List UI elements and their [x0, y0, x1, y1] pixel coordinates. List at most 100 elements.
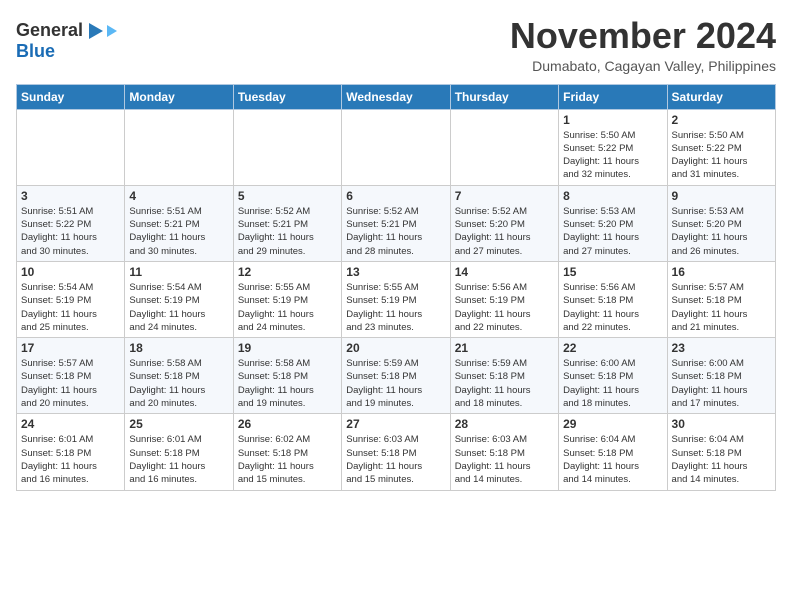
- calendar-cell: [450, 109, 558, 185]
- day-info: Sunrise: 6:03 AM Sunset: 5:18 PM Dayligh…: [346, 433, 445, 486]
- day-number: 4: [129, 189, 228, 203]
- calendar-cell: 8 Sunrise: 5:53 AM Sunset: 5:20 PM Daylig…: [559, 185, 667, 261]
- calendar-cell: 6Sunrise: 5:52 AM Sunset: 5:21 PM Daylig…: [342, 185, 450, 261]
- day-number: 25: [129, 417, 228, 431]
- day-number: 28: [455, 417, 554, 431]
- calendar-cell: [125, 109, 233, 185]
- calendar-cell: 10 Sunrise: 5:54 AM Sunset: 5:19 PM Dayli…: [17, 261, 125, 337]
- week-row-2: 3 Sunrise: 5:51 AM Sunset: 5:22 PM Daylig…: [17, 185, 776, 261]
- calendar-cell: 19 Sunrise: 5:58 AM Sunset: 5:18 PM Dayli…: [233, 338, 341, 414]
- calendar-cell: 17 Sunrise: 5:57 AM Sunset: 5:18 PM Dayli…: [17, 338, 125, 414]
- day-number: 5: [238, 189, 337, 203]
- calendar-cell: 20Sunrise: 5:59 AM Sunset: 5:18 PM Dayli…: [342, 338, 450, 414]
- calendar-cell: 14 Sunrise: 5:56 AM Sunset: 5:19 PM Dayli…: [450, 261, 558, 337]
- day-info: Sunrise: 6:02 AM Sunset: 5:18 PM Dayligh…: [238, 433, 337, 486]
- weekday-header-wednesday: Wednesday: [342, 84, 450, 109]
- day-info: Sunrise: 5:50 AM Sunset: 5:22 PM Dayligh…: [563, 129, 662, 182]
- day-info: Sunrise: 5:52 AM Sunset: 5:21 PM Dayligh…: [238, 205, 337, 258]
- calendar-cell: 12 Sunrise: 5:55 AM Sunset: 5:19 PM Dayli…: [233, 261, 341, 337]
- day-number: 13: [346, 265, 445, 279]
- calendar-cell: 3 Sunrise: 5:51 AM Sunset: 5:22 PM Daylig…: [17, 185, 125, 261]
- calendar-cell: 4Sunrise: 5:51 AM Sunset: 5:21 PM Daylig…: [125, 185, 233, 261]
- calendar-cell: 11Sunrise: 5:54 AM Sunset: 5:19 PM Dayli…: [125, 261, 233, 337]
- day-number: 27: [346, 417, 445, 431]
- weekday-header-monday: Monday: [125, 84, 233, 109]
- day-number: 9: [672, 189, 771, 203]
- day-info: Sunrise: 5:51 AM Sunset: 5:22 PM Dayligh…: [21, 205, 120, 258]
- logo: General Blue: [16, 20, 117, 62]
- title-area: November 2024 Dumabato, Cagayan Valley, …: [510, 16, 776, 74]
- day-info: Sunrise: 5:56 AM Sunset: 5:18 PM Dayligh…: [563, 281, 662, 334]
- calendar-cell: 7Sunrise: 5:52 AM Sunset: 5:20 PM Daylig…: [450, 185, 558, 261]
- weekday-header-row: SundayMondayTuesdayWednesdayThursdayFrid…: [17, 84, 776, 109]
- calendar-cell: 25 Sunrise: 6:01 AM Sunset: 5:18 PM Dayli…: [125, 414, 233, 490]
- weekday-header-friday: Friday: [559, 84, 667, 109]
- day-number: 17: [21, 341, 120, 355]
- day-info: Sunrise: 6:03 AM Sunset: 5:18 PM Dayligh…: [455, 433, 554, 486]
- day-info: Sunrise: 5:54 AM Sunset: 5:19 PM Dayligh…: [129, 281, 228, 334]
- general-text: General: [16, 20, 83, 41]
- calendar-cell: 29 Sunrise: 6:04 AM Sunset: 5:18 PM Dayli…: [559, 414, 667, 490]
- calendar-table: SundayMondayTuesdayWednesdayThursdayFrid…: [16, 84, 776, 491]
- calendar-cell: 15 Sunrise: 5:56 AM Sunset: 5:18 PM Dayli…: [559, 261, 667, 337]
- day-info: Sunrise: 5:55 AM Sunset: 5:19 PM Dayligh…: [346, 281, 445, 334]
- day-number: 19: [238, 341, 337, 355]
- calendar-cell: 28 Sunrise: 6:03 AM Sunset: 5:18 PM Dayli…: [450, 414, 558, 490]
- logo-arrow2-icon: [107, 25, 117, 37]
- calendar-cell: 30Sunrise: 6:04 AM Sunset: 5:18 PM Dayli…: [667, 414, 775, 490]
- logo-blue-text: Blue: [16, 41, 55, 62]
- calendar-cell: [342, 109, 450, 185]
- day-info: Sunrise: 5:53 AM Sunset: 5:20 PM Dayligh…: [563, 205, 662, 258]
- location: Dumabato, Cagayan Valley, Philippines: [510, 58, 776, 74]
- calendar-cell: 27 Sunrise: 6:03 AM Sunset: 5:18 PM Dayli…: [342, 414, 450, 490]
- day-number: 29: [563, 417, 662, 431]
- day-number: 15: [563, 265, 662, 279]
- day-number: 23: [672, 341, 771, 355]
- calendar-cell: 26 Sunrise: 6:02 AM Sunset: 5:18 PM Dayli…: [233, 414, 341, 490]
- day-number: 10: [21, 265, 120, 279]
- day-number: 30: [672, 417, 771, 431]
- day-info: Sunrise: 5:59 AM Sunset: 5:18 PM Dayligh…: [346, 357, 445, 410]
- logo-box: General Blue: [16, 20, 117, 62]
- calendar-cell: 5 Sunrise: 5:52 AM Sunset: 5:21 PM Daylig…: [233, 185, 341, 261]
- calendar-cell: 9Sunrise: 5:53 AM Sunset: 5:20 PM Daylig…: [667, 185, 775, 261]
- day-number: 22: [563, 341, 662, 355]
- calendar-cell: 18Sunrise: 5:58 AM Sunset: 5:18 PM Dayli…: [125, 338, 233, 414]
- day-info: Sunrise: 5:59 AM Sunset: 5:18 PM Dayligh…: [455, 357, 554, 410]
- calendar-cell: 22 Sunrise: 6:00 AM Sunset: 5:18 PM Dayli…: [559, 338, 667, 414]
- day-number: 26: [238, 417, 337, 431]
- day-info: Sunrise: 6:00 AM Sunset: 5:18 PM Dayligh…: [672, 357, 771, 410]
- day-number: 14: [455, 265, 554, 279]
- day-info: Sunrise: 5:58 AM Sunset: 5:18 PM Dayligh…: [129, 357, 228, 410]
- week-row-5: 24 Sunrise: 6:01 AM Sunset: 5:18 PM Dayli…: [17, 414, 776, 490]
- day-info: Sunrise: 6:04 AM Sunset: 5:18 PM Dayligh…: [563, 433, 662, 486]
- calendar-cell: 13 Sunrise: 5:55 AM Sunset: 5:19 PM Dayli…: [342, 261, 450, 337]
- page-header: General Blue November 2024 Dumabato, Cag…: [16, 16, 776, 74]
- logo-arrow-icon: [89, 23, 103, 39]
- day-info: Sunrise: 5:58 AM Sunset: 5:18 PM Dayligh…: [238, 357, 337, 410]
- calendar-cell: 2Sunrise: 5:50 AM Sunset: 5:22 PM Daylig…: [667, 109, 775, 185]
- weekday-header-saturday: Saturday: [667, 84, 775, 109]
- day-info: Sunrise: 6:00 AM Sunset: 5:18 PM Dayligh…: [563, 357, 662, 410]
- day-info: Sunrise: 5:56 AM Sunset: 5:19 PM Dayligh…: [455, 281, 554, 334]
- day-number: 12: [238, 265, 337, 279]
- weekday-header-thursday: Thursday: [450, 84, 558, 109]
- calendar-cell: 23 Sunrise: 6:00 AM Sunset: 5:18 PM Dayli…: [667, 338, 775, 414]
- day-number: 3: [21, 189, 120, 203]
- day-number: 24: [21, 417, 120, 431]
- day-number: 8: [563, 189, 662, 203]
- day-number: 16: [672, 265, 771, 279]
- day-number: 21: [455, 341, 554, 355]
- calendar-cell: 1Sunrise: 5:50 AM Sunset: 5:22 PM Daylig…: [559, 109, 667, 185]
- day-info: Sunrise: 5:57 AM Sunset: 5:18 PM Dayligh…: [21, 357, 120, 410]
- day-info: Sunrise: 6:01 AM Sunset: 5:18 PM Dayligh…: [129, 433, 228, 486]
- day-info: Sunrise: 5:54 AM Sunset: 5:19 PM Dayligh…: [21, 281, 120, 334]
- logo-general-text: General: [16, 20, 117, 41]
- calendar-cell: 24 Sunrise: 6:01 AM Sunset: 5:18 PM Dayli…: [17, 414, 125, 490]
- month-title: November 2024: [510, 16, 776, 56]
- day-info: Sunrise: 5:52 AM Sunset: 5:20 PM Dayligh…: [455, 205, 554, 258]
- weekday-header-tuesday: Tuesday: [233, 84, 341, 109]
- week-row-4: 17 Sunrise: 5:57 AM Sunset: 5:18 PM Dayli…: [17, 338, 776, 414]
- day-info: Sunrise: 5:55 AM Sunset: 5:19 PM Dayligh…: [238, 281, 337, 334]
- day-info: Sunrise: 6:01 AM Sunset: 5:18 PM Dayligh…: [21, 433, 120, 486]
